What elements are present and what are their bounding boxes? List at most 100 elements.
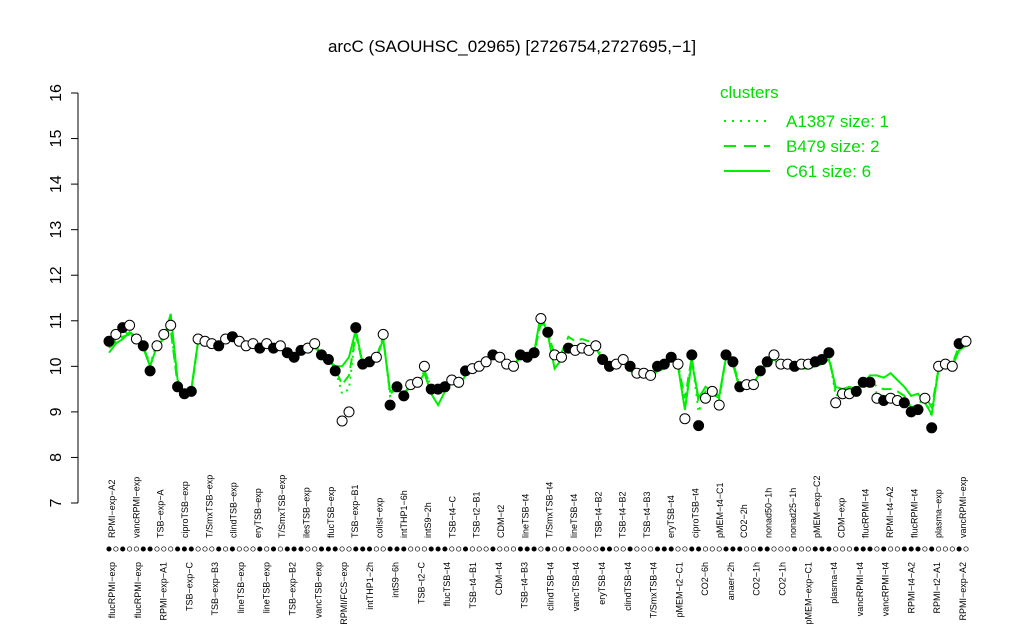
rug-mark [373,546,379,552]
x-tick-label-top: CO2−2h [739,504,749,538]
data-point [124,319,136,331]
rug-mark [113,546,119,552]
rug-mark [716,546,722,552]
rug-mark [277,546,283,552]
rug-mark [325,546,331,552]
rug-mark [209,546,215,552]
data-point [535,313,547,324]
rug-mark [785,546,791,552]
data-point [919,392,931,404]
rug-mark [360,546,366,552]
x-tick-label-bottom: RPMI−t2−A1 [932,562,942,614]
x-tick-label-top: TSB−t4−B2 [618,491,628,538]
rug-mark [620,546,626,552]
data-point [453,376,465,388]
x-tick-label-bottom: flucTSB−t4 [442,562,452,606]
data-point [158,328,170,340]
data-point [713,399,725,411]
x-tick-label-top: intTHP1−6h [399,490,409,538]
data-point [391,381,403,393]
rug-mark [552,546,558,552]
x-tick-label-top: pMEM−exp−C2 [812,475,822,538]
rug-mark [593,546,599,552]
data-point [686,349,698,361]
x-tick-label-bottom: intTHP1−2h [365,562,375,610]
data-point [912,404,924,416]
x-tick-label-bottom: TSB−exp−B3 [210,562,220,616]
x-tick-label-top: T/SmxTSB−t4 [545,482,555,538]
x-tick-label-top: nonad50−1h [764,488,774,538]
rug-mark [414,546,421,552]
rug-mark [305,546,311,552]
rug-mark [366,546,373,552]
rug-mark [264,546,270,552]
rug-mark [894,546,900,552]
x-tick-label-bottom: pMEM−t2−C1 [674,562,684,618]
rug-mark [867,546,873,552]
y-tick-label: 12 [48,266,65,284]
data-point [768,349,780,361]
x-tick-label-bottom: TSB−exp−B2 [288,562,298,616]
data-point [343,406,355,418]
x-tick-label-top: TSB−t4−C [447,495,457,538]
rug-mark [223,546,229,552]
x-tick-label-bottom: flucRPMI−exp [133,562,143,618]
rug-mark [229,546,235,552]
rug-mark [106,546,112,552]
x-tick-label-top: vancRPMI−exp [131,477,141,538]
rug-mark [298,546,304,552]
x-tick-label-bottom: TSB−t4−B3 [520,562,530,609]
y-tick-label: 16 [48,84,65,102]
rug-mark [853,546,859,552]
data-point [556,351,567,363]
x-tick-label-top: flucTSB−exp [326,487,336,538]
rug-mark [922,546,928,552]
rug-mark [449,546,455,552]
rug-mark [579,546,585,552]
rug-mark [606,546,613,552]
rug-mark [202,546,208,552]
rug-mark [805,546,811,552]
rug-mark [888,546,894,552]
x-tick-label-top: pMEM−t4−C1 [715,482,725,538]
rug-mark [188,546,194,552]
rug-mark [764,546,770,552]
x-tick-label-bottom: anaer−2h [726,562,736,600]
data-point [137,340,149,352]
data-point [850,385,862,397]
x-tick-label-top: CDM−exp [836,498,846,538]
rug-mark [442,546,448,552]
rug-mark [181,546,187,552]
legend-title: clusters [720,83,779,102]
x-tick-label-bottom: CO2−6h [700,562,710,596]
rug-mark [819,546,825,552]
x-tick-label-top: eryTSB−exp [253,488,263,538]
rug-mark [127,546,133,552]
data-point [960,335,972,347]
y-tick-label: 15 [48,130,65,148]
data-point [864,376,876,388]
x-tick-label-bottom: pMEM−exp−C1 [803,562,813,625]
rug-mark [332,546,338,552]
x-tick-label-bottom: clindTSB−t4 [623,562,633,611]
data-point [823,347,835,359]
rug-mark [757,546,763,552]
x-tick-label-bottom: CO2−1h [778,562,788,596]
rug-mark [874,546,880,552]
x-tick-label-bottom: RPMI−t4−A2 [906,562,916,614]
rug-mark [346,546,352,552]
x-tick-label-bottom: intS9−6h [391,562,401,598]
rug-mark [517,546,523,552]
rug-mark [929,546,935,552]
rug-mark [291,546,297,552]
data-point [322,354,334,365]
rug-mark [840,546,846,552]
data-point [679,413,691,425]
rug-mark [339,546,345,552]
rug-mark [908,546,914,552]
x-tick-label-top: ciproTSB−exp [180,481,190,538]
rug-mark [956,546,962,552]
x-tick-label-bottom: plasma−t4 [829,562,839,604]
data-point [350,322,362,334]
x-tick-label-bottom: lineTSB−exp [262,562,272,613]
